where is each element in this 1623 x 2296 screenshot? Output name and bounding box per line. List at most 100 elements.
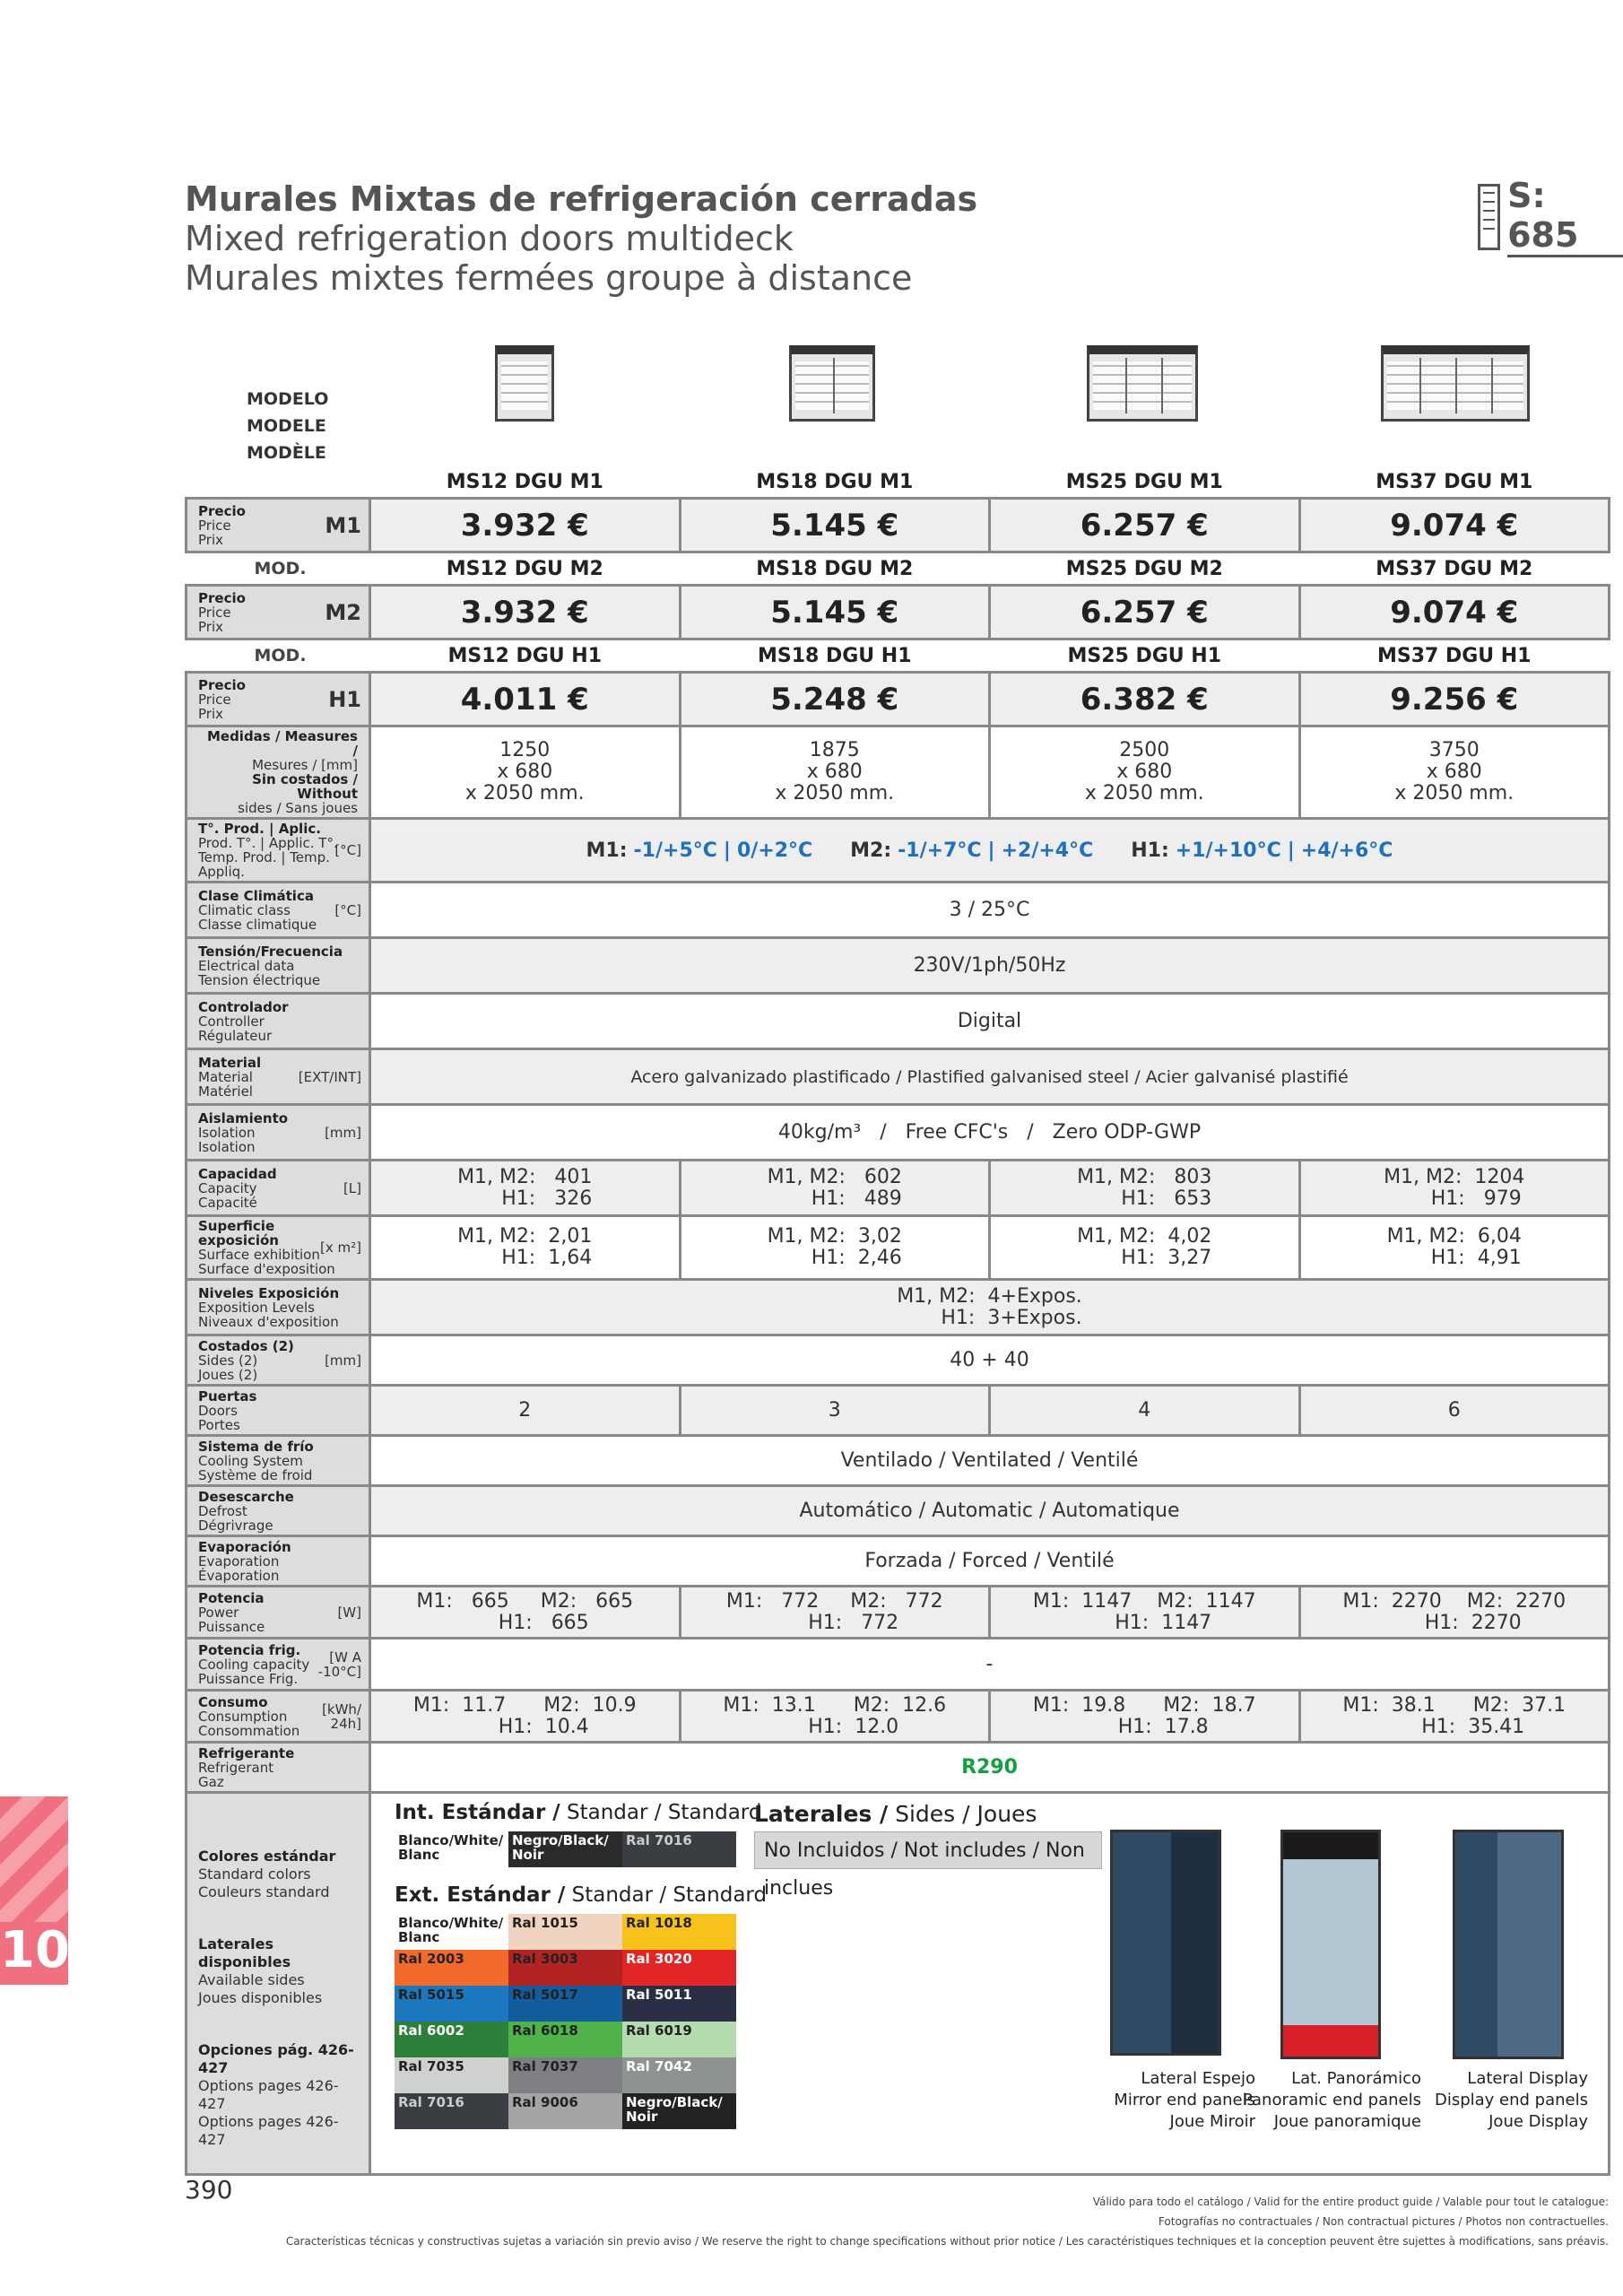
chapter-tab-pattern xyxy=(0,1796,68,1922)
levels-row: Niveles Exposición Exposition Levels Nivea… xyxy=(185,1278,1610,1336)
product-image-ms18 xyxy=(789,345,875,422)
sides-value: 40 + 40 xyxy=(369,1334,1610,1387)
price-value: 9.074 € xyxy=(1298,497,1610,553)
power-value: M1: 1147 M2: 1147 H1: 1147 xyxy=(988,1585,1301,1639)
color-swatch: Ral 3003 xyxy=(508,1950,622,1986)
model-name: MS25 DGU M2 xyxy=(989,552,1299,586)
measures-value: 1875 x 680 x 2050 mm. xyxy=(678,725,991,820)
doors-value: 6 xyxy=(1298,1384,1610,1437)
power-value: M1: 665 M2: 665 H1: 665 xyxy=(369,1585,681,1639)
price-label: Precio Price Prix H1 xyxy=(185,671,371,727)
model-name: MS25 DGU H1 xyxy=(989,639,1299,673)
colors-label: Colores estándar Standard colors Couleurs … xyxy=(185,1791,371,2176)
variant-label: H1 xyxy=(328,686,361,712)
color-swatch: Ral 7016 xyxy=(622,1831,736,1867)
capacity-label: Capacidad Capacity Capacité [L] xyxy=(185,1159,371,1217)
climate-row: Clase Climática Climatic class Classe clim… xyxy=(185,881,1610,939)
color-swatch: Negro/Black/ Noir xyxy=(508,1831,622,1867)
evaporation-label: Evaporación Evaporation Évaporation xyxy=(185,1535,371,1587)
controller-value: Digital xyxy=(369,992,1610,1050)
consumption-label: Consumo Consumption Consommation [kWh/24h] xyxy=(185,1689,371,1744)
model-header: MODELO MODELE MODÈLE xyxy=(247,386,328,466)
mod-label: MOD. xyxy=(186,552,370,586)
color-swatch: Ral 5017 xyxy=(508,1986,622,2022)
defrost-value: Automático / Automatic / Automatique xyxy=(369,1484,1610,1537)
price-value: 6.257 € xyxy=(988,584,1301,640)
color-swatch: Ral 2003 xyxy=(395,1950,508,1986)
power-value: M1: 2270 M2: 2270 H1: 2270 xyxy=(1298,1585,1610,1639)
model-name: MS37 DGU M2 xyxy=(1299,552,1610,586)
color-swatch: Ral 5015 xyxy=(395,1986,508,2022)
color-swatch: Ral 9006 xyxy=(508,2093,622,2129)
color-swatch: Ral 1015 xyxy=(508,1914,622,1950)
controller-label: Controlador Controller Régulateur xyxy=(185,992,371,1050)
price-row-m1: Precio Price Prix M1 3.932 € 5.145 € 6.257… xyxy=(185,497,1610,553)
price-value: 4.011 € xyxy=(369,671,681,727)
price-value: 5.248 € xyxy=(678,671,991,727)
ext-standard-heading: Ext. Estándar / Standar / Standard xyxy=(395,1883,768,1907)
isolation-label: Aislamiento Isolation Isolation [mm] xyxy=(185,1103,371,1161)
cabinet-panoramic-image xyxy=(1280,1830,1381,2059)
capacity-value: M1, M2: 803 H1: 653 xyxy=(988,1159,1301,1217)
header-modele-fr: MODÈLE xyxy=(247,443,326,463)
evaporation-value: Forzada / Forced / Ventilé xyxy=(369,1535,1610,1587)
material-row: Material Material Matériel [EXT/INT] Acero… xyxy=(185,1048,1610,1106)
temperature-label: T°. Prod. | Aplic. Prod. T°. | Applic. T°… xyxy=(185,817,371,883)
variant-label: M1 xyxy=(325,512,361,538)
doors-value: 2 xyxy=(369,1384,681,1437)
doors-value: 3 xyxy=(678,1384,991,1437)
price-value: 9.256 € xyxy=(1298,671,1610,727)
power-value: M1: 772 M2: 772 H1: 772 xyxy=(678,1585,991,1639)
defrost-row: Desescarche Defrost Dégrivrage Automático … xyxy=(185,1484,1610,1537)
cooling-capacity-label: Potencia frig. Cooling capacity Puissance … xyxy=(185,1637,371,1692)
color-swatch: Ral 7042 xyxy=(622,2057,736,2093)
capacity-value: M1, M2: 1204 H1: 979 xyxy=(1298,1159,1610,1217)
header-modele: MODELE xyxy=(247,416,326,436)
measures-row: Medidas / Measures / Mesures / [mm] Sin … xyxy=(185,725,1610,820)
product-image-ms25 xyxy=(1087,345,1198,422)
cooling-row: Sistema de frío Cooling System Système de … xyxy=(185,1434,1610,1487)
sides-row: Costados (2) Sides (2) Joues (2) [mm] 40 +… xyxy=(185,1334,1610,1387)
measures-label: Medidas / Measures / Mesures / [mm] Sin … xyxy=(185,725,371,820)
spec-table: MS12 DGU M1 MS18 DGU M1 MS25 DGU M1 MS37… xyxy=(185,466,1610,2176)
cabinet-display-image xyxy=(1453,1830,1564,2059)
isolation-row: Aislamiento Isolation Isolation [mm] 40kg/… xyxy=(185,1103,1610,1161)
electrical-value: 230V/1ph/50Hz xyxy=(369,936,1610,995)
product-image-ms12 xyxy=(495,345,554,422)
price-label: Precio Price Prix M2 xyxy=(185,584,371,640)
side-panel-panoramic-label: Lat. Panorámico Panoramic end panels Joue … xyxy=(1242,2069,1421,2131)
color-swatch: Ral 5011 xyxy=(622,1986,736,2022)
model-row-h1: MOD. MS12 DGU H1 MS18 DGU H1 MS25 DGU H1… xyxy=(186,639,1610,673)
model-row-m1: MS12 DGU M1 MS18 DGU M1 MS25 DGU M1 MS37… xyxy=(187,466,1610,499)
climate-label: Clase Climática Climatic class Classe clim… xyxy=(185,881,371,939)
variant-label: M2 xyxy=(325,599,361,625)
header-modelo: MODELO xyxy=(247,389,329,409)
model-name: MS18 DGU M1 xyxy=(756,470,914,493)
model-name: MS12 DGU H1 xyxy=(369,639,680,673)
chapter-number: 10 xyxy=(0,1921,70,1979)
product-image-ms37 xyxy=(1381,345,1530,422)
title-es: Murales Mixtas de refrigeración cerradas xyxy=(185,179,978,219)
chapter-tab: 10 xyxy=(0,1796,70,1985)
mod-label: MOD. xyxy=(186,639,370,673)
int-color-swatches: Blanco/White/ Blanc Negro/Black/ Noir Ral … xyxy=(395,1831,736,1867)
price-value: 3.932 € xyxy=(369,584,681,640)
int-standard-heading: Int. Estándar / Standar / Standard xyxy=(395,1801,762,1824)
color-swatch: Ral 7037 xyxy=(508,2057,622,2093)
color-swatch: Ral 7016 xyxy=(395,2093,508,2129)
levels-label: Niveles Exposición Exposition Levels Nivea… xyxy=(185,1278,371,1336)
doors-row: Puertas Doors Portes 2 3 4 6 xyxy=(185,1384,1610,1437)
capacity-row: Capacidad Capacity Capacité [L] M1, M2: 40… xyxy=(185,1159,1610,1217)
price-label: Precio Price Prix M1 xyxy=(185,497,371,553)
electrical-label: Tensión/Frecuencia Electrical data Tension… xyxy=(185,936,371,995)
refrigerant-label: Refrigerante Refrigerant Gaz xyxy=(185,1741,371,1794)
surface-value: M1, M2: 3,02 H1: 2,46 xyxy=(678,1214,991,1281)
price-value: 6.382 € xyxy=(988,671,1301,727)
material-label: Material Material Matériel [EXT/INT] xyxy=(185,1048,371,1106)
color-swatch: Blanco/White/ Blanc xyxy=(395,1914,508,1950)
color-swatch: Ral 1018 xyxy=(622,1914,736,1950)
power-label: Potencia Power Puissance [W] xyxy=(185,1585,371,1639)
title-en: Mixed refrigeration doors multideck xyxy=(185,219,794,258)
measures-value: 2500 x 680 x 2050 mm. xyxy=(988,725,1301,820)
fridge-icon xyxy=(1478,183,1501,250)
